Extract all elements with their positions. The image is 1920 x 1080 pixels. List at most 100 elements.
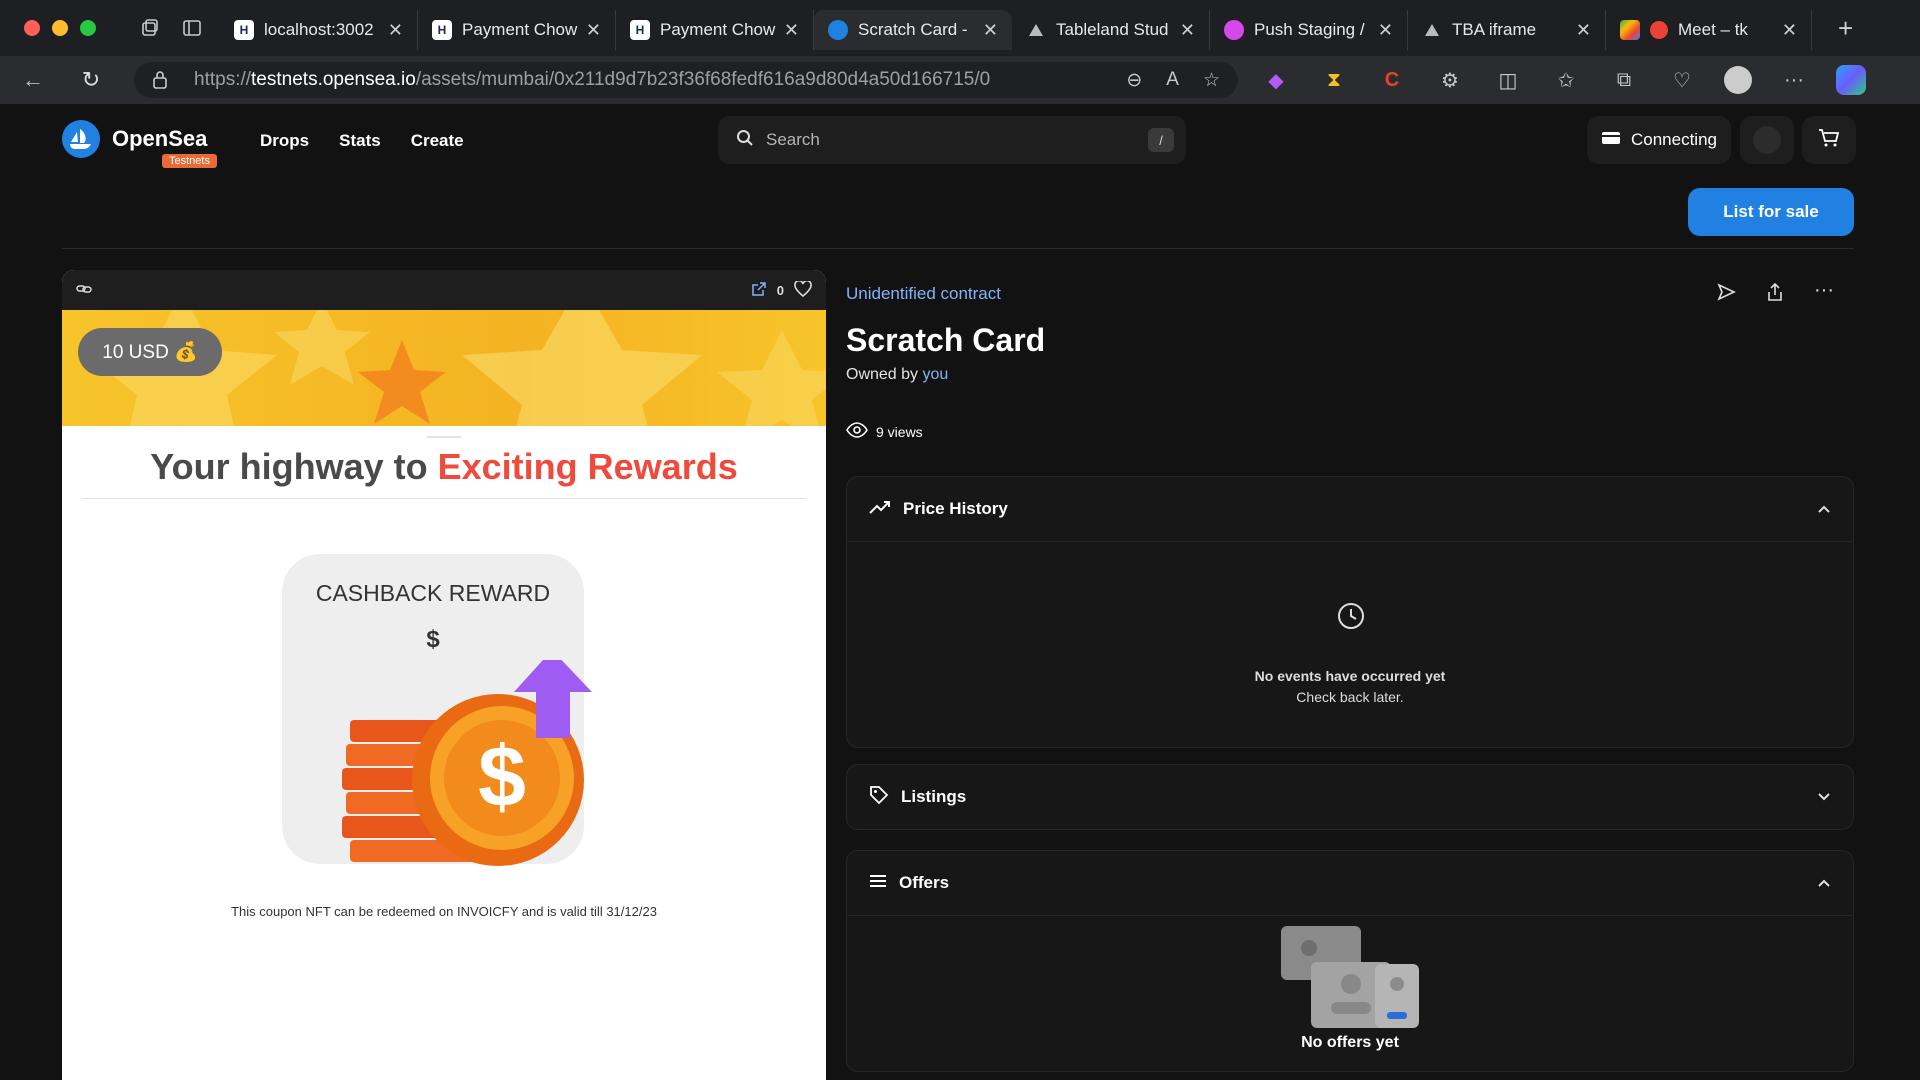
workspaces-icon[interactable] — [136, 14, 164, 42]
close-window-button[interactable] — [24, 20, 40, 36]
browser-tab[interactable]: Tableland Stud ✕ — [1012, 10, 1210, 50]
price-history-panel: Price History No events have occurred ye… — [846, 476, 1854, 748]
extension-icon[interactable]: C — [1376, 64, 1408, 96]
browser-tab-active[interactable]: Scratch Card - ✕ — [814, 10, 1012, 50]
share-icon[interactable] — [1766, 282, 1784, 307]
copilot-icon[interactable] — [1836, 65, 1866, 95]
wallet-icon — [1601, 130, 1621, 151]
contract-link[interactable]: Unidentified contract — [846, 284, 1001, 304]
favorites-icon[interactable]: ✩ — [1550, 64, 1582, 96]
chevron-down-icon[interactable] — [1817, 787, 1831, 807]
profile-button[interactable] — [1740, 116, 1794, 164]
favorite-count: 0 — [776, 282, 784, 298]
chevron-up-icon[interactable] — [1817, 499, 1831, 519]
offers-header[interactable]: Offers — [847, 851, 1853, 915]
new-tab-icon[interactable]: + — [1838, 13, 1853, 44]
tab-title: Scratch Card - — [858, 20, 968, 39]
close-tab-icon[interactable]: ✕ — [1378, 20, 1393, 41]
brand-name: OpenSea — [112, 126, 208, 151]
eye-icon — [846, 422, 868, 441]
browser-tab[interactable]: Push Staging / ✕ — [1210, 10, 1408, 50]
wallet-status-label: Connecting — [1630, 130, 1717, 149]
close-tab-icon[interactable]: ✕ — [784, 20, 799, 41]
tab-title: Tableland Stud — [1056, 20, 1169, 39]
browser-tab[interactable]: H localhost:3002 ✕ — [220, 10, 418, 50]
nft-media-card: 0 10 USD 💰 Your highway to Exciting Rewa… — [62, 270, 826, 1080]
nav-create[interactable]: Create — [411, 131, 464, 151]
owned-by-label: Owned by — [846, 366, 923, 383]
chevron-up-icon[interactable] — [1817, 873, 1831, 893]
coin-stack-illustration: $ — [342, 660, 592, 866]
close-tab-icon[interactable]: ✕ — [1576, 20, 1591, 41]
zoom-icon[interactable]: ⊖ — [1126, 69, 1142, 92]
extension-icon[interactable]: ⧗ — [1318, 64, 1350, 96]
list-for-sale-button[interactable]: List for sale — [1688, 188, 1854, 236]
extension-icon[interactable]: ◆ — [1260, 64, 1292, 96]
panel-title: Listings — [901, 787, 967, 806]
window-controls — [24, 20, 96, 36]
close-tab-icon[interactable]: ✕ — [586, 20, 601, 41]
tag-icon — [869, 785, 889, 810]
opensea-logo[interactable]: OpenSea — [62, 120, 207, 158]
minimize-window-button[interactable] — [52, 20, 68, 36]
headline-highlight: Exciting Rewards — [437, 446, 738, 487]
tab-actions-icon[interactable] — [178, 14, 206, 42]
browser-essentials-icon[interactable]: ♡ — [1666, 64, 1698, 96]
search-shortcut-key: / — [1148, 128, 1174, 152]
browser-tab-bar: H localhost:3002 ✕ H Payment Chow ✕ H Pa… — [0, 0, 1920, 56]
close-tab-icon[interactable]: ✕ — [388, 20, 403, 41]
listings-header[interactable]: Listings — [847, 765, 1853, 829]
trend-icon — [869, 499, 891, 519]
url-host: testnets.opensea.io — [251, 69, 416, 90]
split-screen-icon[interactable]: ◫ — [1492, 64, 1524, 96]
hackmd-icon: H — [234, 20, 254, 40]
browser-tab[interactable]: H Payment Chow ✕ — [616, 10, 814, 50]
tab-title: Push Staging / — [1254, 20, 1365, 39]
address-bar[interactable]: https://testnets.opensea.io/assets/mumba… — [134, 62, 1238, 98]
chain-link-icon[interactable] — [76, 282, 92, 299]
back-icon[interactable]: ← — [16, 63, 50, 97]
url-path: /assets/mumbai/0x211d9d7b23f36f68fedf616… — [415, 69, 991, 90]
close-tab-icon[interactable]: ✕ — [1180, 20, 1195, 41]
price-history-body: No events have occurred yet Check back l… — [847, 541, 1853, 747]
read-aloud-icon[interactable]: A — [1166, 69, 1179, 92]
cart-button[interactable] — [1802, 116, 1856, 164]
empty-state-subtitle: Check back later. — [1296, 689, 1404, 705]
extensions-puzzle-icon[interactable]: ⚙ — [1434, 64, 1466, 96]
browser-tab[interactable]: H Payment Chow ✕ — [418, 10, 616, 50]
close-tab-icon[interactable]: ✕ — [1782, 20, 1797, 41]
wallet-connecting-button[interactable]: Connecting — [1587, 116, 1731, 164]
open-external-icon[interactable] — [751, 281, 767, 300]
views-label: 9 views — [876, 423, 923, 440]
collections-icon[interactable]: ⧉ — [1608, 64, 1640, 96]
price-pill: 10 USD 💰 — [78, 328, 222, 376]
coupon-headline: Your highway to Exciting Rewards — [62, 446, 826, 488]
maximize-window-button[interactable] — [80, 20, 96, 36]
heart-icon[interactable] — [794, 279, 812, 300]
price-history-header[interactable]: Price History — [847, 477, 1853, 541]
reward-symbol: $ — [426, 626, 440, 653]
nav-drops[interactable]: Drops — [260, 131, 309, 151]
transfer-icon[interactable] — [1716, 282, 1736, 307]
listings-panel: Listings — [846, 764, 1854, 830]
owner-link[interactable]: you — [922, 366, 948, 383]
search-input[interactable]: Search — [766, 130, 820, 150]
profile-icon[interactable] — [1724, 66, 1752, 94]
divider — [427, 436, 461, 438]
nav-stats[interactable]: Stats — [339, 131, 381, 151]
avatar — [1753, 126, 1781, 154]
more-menu-icon[interactable]: ··· — [1778, 64, 1810, 96]
triangle-icon — [1422, 20, 1442, 40]
browser-tab[interactable]: Meet – tk ✕ — [1606, 10, 1812, 50]
hackmd-icon: H — [432, 20, 452, 40]
reload-icon[interactable]: ↻ — [74, 63, 108, 97]
more-options-icon[interactable]: ··· — [1814, 280, 1834, 307]
meet-icon — [1620, 20, 1640, 40]
nft-media-header: 0 — [62, 270, 826, 310]
close-tab-icon[interactable]: ✕ — [983, 20, 998, 41]
tab-title: TBA iframe — [1452, 20, 1537, 39]
favorite-star-icon[interactable]: ☆ — [1203, 69, 1220, 92]
browser-tab[interactable]: TBA iframe ✕ — [1408, 10, 1606, 50]
lock-icon[interactable] — [152, 70, 168, 96]
search-bar[interactable]: Search / — [718, 116, 1186, 164]
